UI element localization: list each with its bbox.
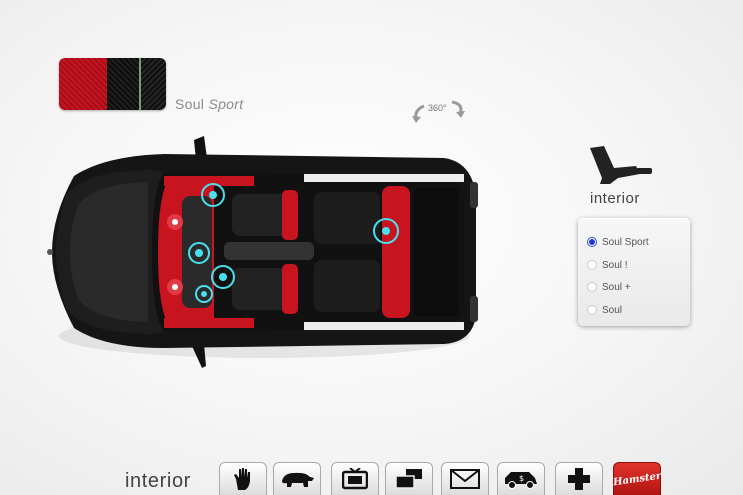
trim-option-soul-exclaim[interactable]: Soul ! <box>587 257 628 273</box>
hotspot-dash-bottom[interactable] <box>167 279 183 295</box>
hotspot-shifter[interactable] <box>195 285 213 303</box>
radio-icon[interactable] <box>587 260 597 270</box>
trim-option-label: Soul <box>602 304 623 316</box>
radio-icon[interactable] <box>587 305 597 315</box>
trim-option-soul[interactable]: Soul <box>587 302 622 318</box>
radio-icon[interactable] <box>587 282 597 292</box>
hotspot-dash-top[interactable] <box>167 214 183 230</box>
hotspot-front-left-speaker[interactable] <box>201 183 225 207</box>
interior-panel-title: interior <box>590 190 640 207</box>
trim-option-label: Soul + <box>602 281 631 293</box>
hotspot-steering[interactable] <box>188 242 210 264</box>
hand-icon[interactable] <box>219 462 267 495</box>
car-price-icon[interactable]: $ <box>497 462 545 495</box>
cross-icon[interactable] <box>555 462 603 495</box>
trim-option-soul-plus[interactable]: Soul + <box>587 279 631 295</box>
trim-option-label: Soul Sport <box>602 236 649 248</box>
hotspot-rear-seat[interactable] <box>373 218 399 244</box>
trim-selector-panel: Soul Sport Soul ! Soul + Soul <box>578 218 690 326</box>
tv-icon[interactable] <box>331 462 379 495</box>
brand-logo-text: Hamster <box>612 470 662 488</box>
stack-icon[interactable] <box>385 462 433 495</box>
trim-option-soul-sport[interactable]: Soul Sport <box>587 234 649 250</box>
toolbar-section-label: interior <box>125 470 191 492</box>
trim-option-label: Soul ! <box>602 259 628 271</box>
mail-icon[interactable] <box>441 462 489 495</box>
animal-icon[interactable] <box>273 462 321 495</box>
hotspot-console[interactable] <box>211 265 235 289</box>
svg-text:$: $ <box>519 474 524 483</box>
reclining-seat-icon <box>590 146 652 184</box>
radio-selected-icon[interactable] <box>587 237 597 247</box>
brand-logo[interactable]: Hamster <box>612 462 662 495</box>
